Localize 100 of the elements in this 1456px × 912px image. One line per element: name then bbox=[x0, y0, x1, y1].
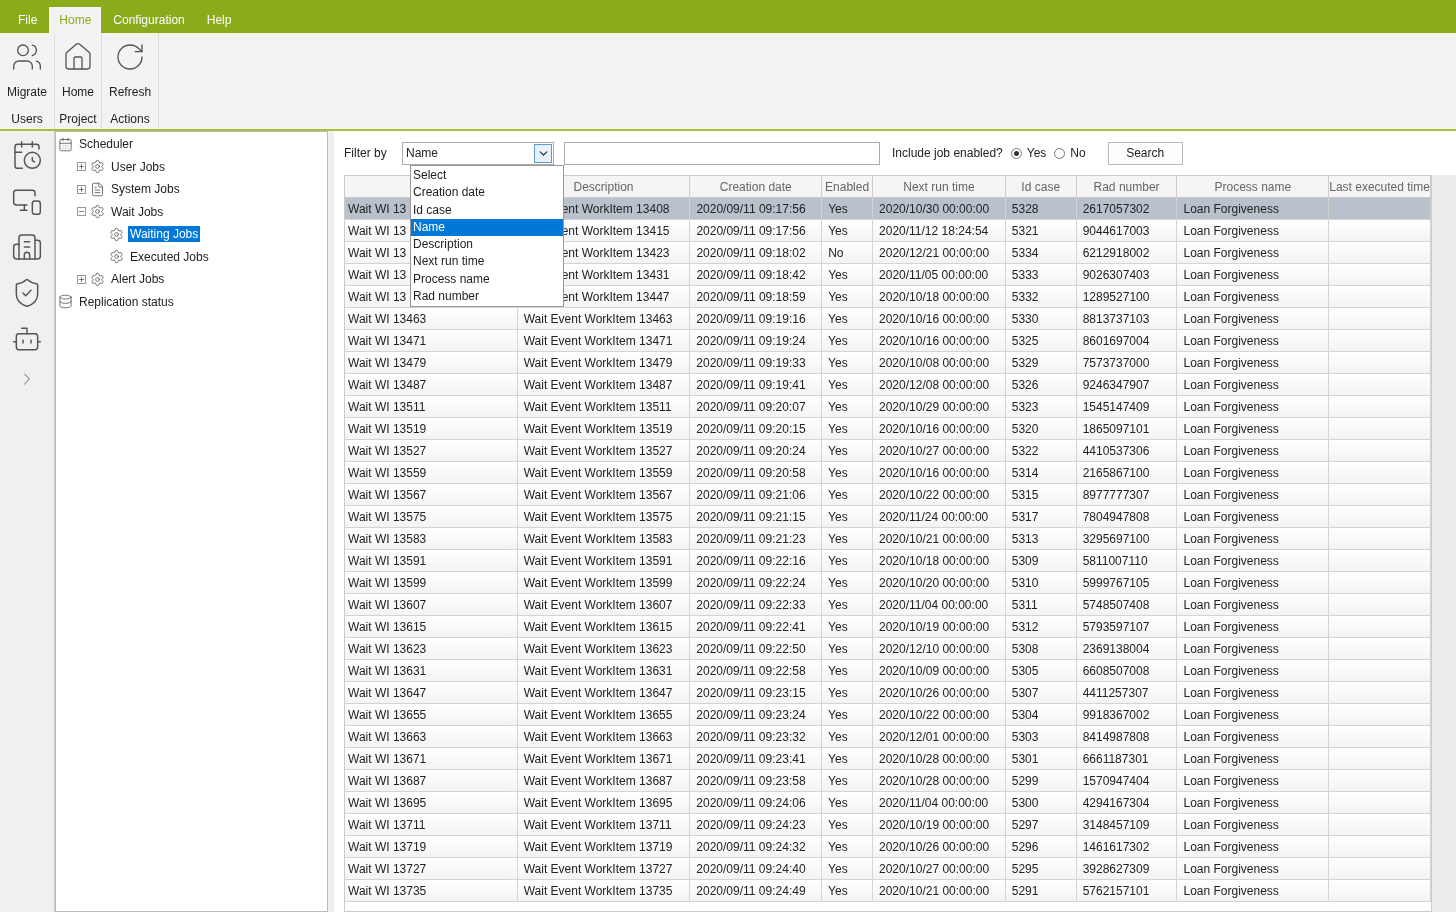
table-row[interactable]: Wait WI 13663 Wait Event WorkItem 13663 2020/09/11 09:23:32 Yes 2020/12/01 00:00:00 5303 8414987808 Loan Forgiveness bbox=[345, 726, 1431, 748]
table-cell-text: Loan Forgiveness bbox=[1183, 706, 1279, 724]
table-cell-text: 3928627309 bbox=[1082, 860, 1150, 878]
table-row[interactable]: Wait WI 13647 Wait Event WorkItem 13647 2020/09/11 09:23:15 Yes 2020/10/26 00:00:00 5307 4411257307 Loan Forgiveness bbox=[345, 682, 1431, 704]
table-cell-text: 5811007110 bbox=[1082, 552, 1148, 570]
dropdown-option[interactable]: Process name bbox=[411, 270, 563, 289]
ribbon-button[interactable]: Refresh bbox=[106, 33, 155, 110]
table-cell-text: 3295697100 bbox=[1082, 530, 1150, 548]
table-row[interactable]: Wait WI 13527 Wait Event WorkItem 13527 2020/09/11 09:20:24 Yes 2020/10/27 00:00:00 5322 4410537306 Loan Forgiveness bbox=[345, 440, 1431, 462]
tree-item[interactable]: Executed Jobs bbox=[128, 248, 211, 265]
users-icon bbox=[11, 41, 43, 73]
table-row[interactable]: Wait WI 13559 Wait Event WorkItem 13559 2020/09/11 09:20:58 Yes 2020/10/16 00:00:00 5314 2165867100 Loan Forgiveness bbox=[345, 462, 1431, 484]
table-cell-text: Wait Event WorkItem 13607 bbox=[523, 596, 673, 614]
calendar-icon bbox=[58, 136, 73, 152]
table-row[interactable]: Wait WI 13623 Wait Event WorkItem 13623 2020/09/11 09:22:50 Yes 2020/12/10 00:00:00 5308 2369138004 Loan Forgiveness bbox=[345, 638, 1431, 660]
table-cell-text: 5320 bbox=[1011, 420, 1039, 438]
gear-icon bbox=[90, 271, 105, 287]
collapse-toggle[interactable] bbox=[77, 207, 86, 217]
table-row[interactable]: Wait WI 13471 Wait Event WorkItem 13471 2020/09/11 09:19:24 Yes 2020/10/16 00:00:00 5325 8601697004 Loan Forgiveness bbox=[345, 330, 1431, 352]
filter-dropdown[interactable]: Name bbox=[402, 141, 554, 165]
table-row[interactable]: Wait WI 13511 Wait Event WorkItem 13511 2020/09/11 09:20:07 Yes 2020/10/29 00:00:00 5323 1545147409 Loan Forgiveness bbox=[345, 396, 1431, 418]
table-cell-text: Wait WI 13623 bbox=[348, 640, 427, 658]
plus-icon bbox=[78, 163, 85, 171]
table-cell-text: 5321 bbox=[1011, 222, 1039, 240]
table-cell-text: Yes bbox=[828, 728, 848, 746]
table-cell-text: Wait WI 13 bbox=[348, 222, 407, 240]
expand-toggle[interactable] bbox=[77, 274, 86, 284]
table-row[interactable]: Wait WI 13519 Wait Event WorkItem 13519 2020/09/11 09:20:15 Yes 2020/10/16 00:00:00 5320 1865097101 Loan Forgiveness bbox=[345, 418, 1431, 440]
table-cell-text: 5999767105 bbox=[1082, 574, 1150, 592]
tree-item[interactable]: User Jobs bbox=[109, 158, 168, 175]
table-row[interactable]: Wait WI 13583 Wait Event WorkItem 13583 2020/09/11 09:21:23 Yes 2020/10/21 00:00:00 5313 3295697100 Loan Forgiveness bbox=[345, 528, 1431, 550]
gear-icon bbox=[90, 159, 105, 175]
tree-item[interactable]: Wait Jobs bbox=[109, 203, 166, 220]
table-cell-text: 5326 bbox=[1011, 376, 1039, 394]
table-row[interactable]: Wait WI 13479 Wait Event WorkItem 13479 2020/09/11 09:19:33 Yes 2020/10/08 00:00:00 5329 7573737000 Loan Forgiveness bbox=[345, 352, 1431, 374]
table-row[interactable]: Wait WI 13599 Wait Event WorkItem 13599 2020/09/11 09:22:24 Yes 2020/10/20 00:00:00 5310 5999767105 Loan Forgiveness bbox=[345, 572, 1431, 594]
table-row[interactable]: Wait WI 13727 Wait Event WorkItem 13727 2020/09/11 09:24:40 Yes 2020/10/27 00:00:00 5295 3928627309 Loan Forgiveness bbox=[345, 858, 1431, 880]
table-cell-text: Wait Event WorkItem 13727 bbox=[523, 860, 673, 878]
table-cell-text: 7804947808 bbox=[1082, 508, 1150, 526]
table-row[interactable]: Wait WI 13591 Wait Event WorkItem 13591 2020/09/11 09:22:16 Yes 2020/10/18 00:00:00 5309 5811007110 Loan Forgiveness bbox=[345, 550, 1431, 572]
filter-input[interactable] bbox=[564, 141, 880, 165]
table-cell-text: Wait Event WorkItem 13591 bbox=[523, 552, 673, 570]
table-row[interactable]: Wait WI 13463 Wait Event WorkItem 13463 2020/09/11 09:19:16 Yes 2020/10/16 00:00:00 5330 8813737103 Loan Forgiveness bbox=[345, 308, 1431, 330]
table-row[interactable]: Wait WI 13615 Wait Event WorkItem 13615 2020/09/11 09:22:41 Yes 2020/10/19 00:00:00 5312 5793597107 Loan Forgiveness bbox=[345, 616, 1431, 638]
table-cell-text: Wait Event WorkItem 13575 bbox=[523, 508, 673, 526]
table-cell-text: 2020/09/11 09:22:50 bbox=[696, 640, 806, 658]
table-cell-text: Yes bbox=[828, 486, 848, 504]
table-cell-text: Loan Forgiveness bbox=[1183, 200, 1279, 218]
table-cell-text: 5314 bbox=[1011, 464, 1039, 482]
table-cell-text: Yes bbox=[828, 508, 848, 526]
dropdown-option[interactable]: Rad number bbox=[411, 288, 563, 306]
table-cell-text: Yes bbox=[828, 464, 848, 482]
calendar-clock-icon[interactable] bbox=[11, 139, 43, 171]
radio-option[interactable]: Yes bbox=[1010, 144, 1047, 162]
table-cell-text: 2020/09/11 09:19:41 bbox=[696, 376, 806, 394]
table-row[interactable]: Wait WI 13735 Wait Event WorkItem 13735 2020/09/11 09:24:49 Yes 2020/10/21 00:00:00 5291 5762157101 Loan Forgiveness bbox=[345, 880, 1431, 902]
table-cell-text: 6212918002 bbox=[1082, 244, 1150, 262]
ribbon-button[interactable]: Home bbox=[59, 33, 98, 110]
table-cell-text: Loan Forgiveness bbox=[1183, 574, 1279, 592]
table-cell-text: 2020/10/20 00:00:00 bbox=[879, 574, 990, 592]
table-cell-text: 2020/10/16 00:00:00 bbox=[879, 310, 990, 328]
dropdown-option[interactable]: Id case bbox=[411, 201, 563, 219]
table-cell-text: 5295 bbox=[1011, 860, 1039, 878]
table-cell-text: 5308 bbox=[1011, 640, 1039, 658]
table-cell-text: 2020/09/11 09:22:41 bbox=[696, 618, 806, 636]
table-cell-text: 5315 bbox=[1011, 486, 1039, 504]
table-cell-text: Yes bbox=[828, 222, 848, 240]
table-row[interactable]: Wait WI 13631 Wait Event WorkItem 13631 2020/09/11 09:22:58 Yes 2020/10/09 00:00:00 5305 6608507008 Loan Forgiveness bbox=[345, 660, 1431, 682]
table-cell-text: 2020/09/11 09:20:07 bbox=[696, 398, 806, 416]
table-cell-text: 2020/09/11 09:21:15 bbox=[696, 508, 806, 526]
table-row[interactable]: Wait WI 13567 Wait Event WorkItem 13567 2020/09/11 09:21:06 Yes 2020/10/22 00:00:00 5315 8977777307 Loan Forgiveness bbox=[345, 484, 1431, 506]
tree-item[interactable]: Waiting Jobs bbox=[128, 226, 201, 243]
tree-item[interactable]: Scheduler bbox=[77, 136, 136, 153]
table-cell-text: Wait Event WorkItem 13479 bbox=[523, 354, 673, 372]
table-row[interactable]: Wait WI 13695 Wait Event WorkItem 13695 2020/09/11 09:24:06 Yes 2020/11/04 00:00:00 5300 4294167304 Loan Forgiveness bbox=[345, 792, 1431, 814]
ribbon-button[interactable]: Migrate bbox=[4, 33, 50, 110]
table-row[interactable]: Wait WI 13607 Wait Event WorkItem 13607 2020/09/11 09:22:33 Yes 2020/11/04 00:00:00 5311 5748507408 Loan Forgiveness bbox=[345, 594, 1431, 616]
table-cell-text: 2020/09/11 09:20:15 bbox=[696, 420, 806, 438]
expand-toggle[interactable] bbox=[77, 184, 86, 194]
buildings-icon[interactable] bbox=[11, 231, 43, 263]
tree-item[interactable]: System Jobs bbox=[109, 181, 182, 198]
table-cell-text: Yes bbox=[828, 662, 848, 680]
table-row[interactable]: Wait WI 13671 Wait Event WorkItem 13671 2020/09/11 09:23:41 Yes 2020/10/28 00:00:00 5301 6661187301 Loan Forgiveness bbox=[345, 748, 1431, 770]
table-row[interactable]: Wait WI 13575 Wait Event WorkItem 13575 2020/09/11 09:21:15 Yes 2020/11/24 00:00:00 5317 7804947808 Loan Forgiveness bbox=[345, 506, 1431, 528]
search-button[interactable]: Search bbox=[1107, 141, 1183, 165]
table-row[interactable]: Wait WI 13687 Wait Event WorkItem 13687 2020/09/11 09:23:58 Yes 2020/10/28 00:00:00 5299 1570947404 Loan Forgiveness bbox=[345, 770, 1431, 792]
table-cell-text: 5328 bbox=[1011, 200, 1039, 218]
radio-option[interactable]: No bbox=[1054, 144, 1086, 162]
table-row[interactable]: Wait WI 13711 Wait Event WorkItem 13711 2020/09/11 09:24:23 Yes 2020/10/19 00:00:00 5297 3148457109 Loan Forgiveness bbox=[345, 814, 1431, 836]
table-row[interactable]: Wait WI 13655 Wait Event WorkItem 13655 2020/09/11 09:23:24 Yes 2020/10/22 00:00:00 5304 9918367002 Loan Forgiveness bbox=[345, 704, 1431, 726]
dropdown-option[interactable]: Name bbox=[411, 218, 563, 237]
table-cell-text: 2020/09/11 09:20:24 bbox=[696, 442, 806, 460]
expand-toggle[interactable] bbox=[77, 162, 86, 172]
table-cell-text: Wait WI 13631 bbox=[348, 662, 427, 680]
table-cell-text: Wait WI 13647 bbox=[348, 684, 427, 702]
table-row[interactable]: Wait WI 13719 Wait Event WorkItem 13719 2020/09/11 09:24:32 Yes 2020/10/26 00:00:00 5296 1461617302 Loan Forgiveness bbox=[345, 836, 1431, 858]
table-cell-text: 2020/10/30 00:00:00 bbox=[879, 200, 990, 218]
tree-item[interactable]: Replication status bbox=[77, 293, 176, 310]
table-row[interactable]: Wait WI 13487 Wait Event WorkItem 13487 2020/09/11 09:19:41 Yes 2020/12/08 00:00:00 5326 9246347907 Loan Forgiveness bbox=[345, 374, 1431, 396]
tree-item[interactable]: Alert Jobs bbox=[109, 271, 167, 288]
